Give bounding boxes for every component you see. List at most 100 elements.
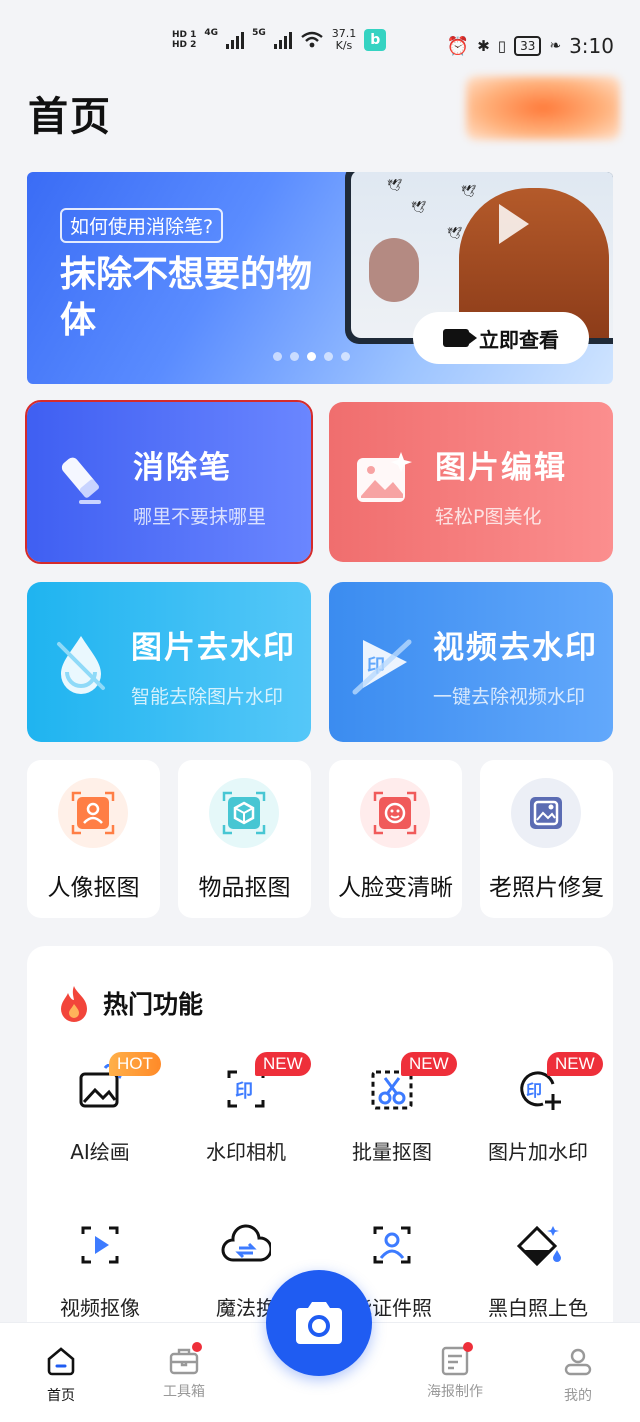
video-watermark-subtitle: 一键去除视频水印 <box>433 686 586 708</box>
video-cutout-icon <box>81 1226 119 1264</box>
net-speed: 37.1 K/s <box>332 28 357 52</box>
image-edit-tile[interactable]: 图片编辑 轻松P图美化 <box>329 402 613 562</box>
face-enhance-icon <box>360 778 430 848</box>
clock: 3:10 <box>569 34 614 58</box>
old-photo-restore-icon <box>511 778 581 848</box>
object-cutout-icon <box>209 778 279 848</box>
bird-icon: 🕊 <box>447 226 463 240</box>
quick-tools-row: 人像抠图 物品抠图 人脸变清晰 老照片修复 <box>27 760 613 918</box>
hd-indicator: HD 1 HD 2 <box>172 30 196 50</box>
battery-icon: 33 <box>514 36 542 56</box>
page-dot[interactable] <box>324 352 333 361</box>
hot-features-header: 热门功能 <box>57 984 203 1022</box>
camera-button[interactable] <box>266 1270 372 1376</box>
image-edit-title: 图片编辑 <box>435 450 567 486</box>
network-type-2: 5G <box>252 28 266 38</box>
portrait-cutout-icon <box>58 778 128 848</box>
nav-home-label: 首页 <box>47 1388 75 1404</box>
batch-cutout-tool[interactable]: NEW 批量抠图 <box>319 1036 465 1164</box>
old-photo-restore-tool[interactable]: 老照片修复 <box>480 760 613 918</box>
id-photo-icon <box>373 1226 411 1264</box>
face-enhance-tool[interactable]: 人脸变清晰 <box>329 760 462 918</box>
notification-dot <box>463 1342 473 1352</box>
water-drop-icon <box>57 636 105 694</box>
video-stamp-icon: 印 <box>352 639 412 695</box>
notification-dot <box>192 1342 202 1352</box>
nav-poster[interactable]: 海报制作 <box>415 1342 495 1401</box>
cloud-swap-icon <box>221 1224 271 1262</box>
promo-banner[interactable]: 如何使用消除笔? 抹除不想要的物体 🕊 🕊 🕊 🕊 立即查看 <box>27 172 613 384</box>
toolbox-icon-wrap <box>168 1342 202 1377</box>
video-camera-icon <box>443 329 477 347</box>
video-watermark-removal-tile[interactable]: 印 视频去水印 一键去除视频水印 <box>329 582 613 742</box>
camera-icon <box>296 1302 342 1344</box>
user-icon <box>564 1348 592 1376</box>
bird-icon: 🕊 <box>387 178 403 192</box>
hd1-label: HD 1 <box>172 30 197 40</box>
new-badge: NEW <box>401 1052 457 1076</box>
old-photo-restore-label: 老照片修复 <box>489 875 604 901</box>
nav-mine[interactable]: 我的 <box>538 1345 618 1405</box>
watermark-camera-tool[interactable]: 印 NEW 水印相机 <box>173 1036 319 1164</box>
object-cutout-label: 物品抠图 <box>198 875 291 901</box>
image-watermark-removal-tile[interactable]: 图片去水印 智能去除图片水印 <box>27 582 311 742</box>
bluetooth-icon: ✱ <box>477 37 490 55</box>
poster-icon-wrap <box>439 1342 473 1377</box>
nav-home[interactable]: 首页 <box>21 1345 101 1405</box>
erase-blob <box>369 238 419 302</box>
page-dot[interactable] <box>341 352 350 361</box>
page-dot-active[interactable] <box>307 352 316 361</box>
object-cutout-tool[interactable]: 物品抠图 <box>178 760 311 918</box>
status-right: ⏰ ✱ ▯ 33 ❧ 3:10 <box>447 34 614 58</box>
svg-text:印: 印 <box>526 1081 542 1100</box>
video-watermark-title: 视频去水印 <box>433 630 598 666</box>
wifi-icon <box>300 31 323 48</box>
add-watermark-label: 图片加水印 <box>488 1140 588 1164</box>
hot-features-title: 热门功能 <box>103 990 204 1019</box>
image-edit-subtitle: 轻松P图美化 <box>435 506 542 528</box>
colorize-tool[interactable]: 黑白照上色 <box>465 1192 611 1320</box>
bird-icon: 🕊 <box>461 184 477 198</box>
face-enhance-label: 人脸变清晰 <box>338 875 453 901</box>
bird-icon: 🕊 <box>411 200 427 214</box>
batch-cutout-label: 批量抠图 <box>352 1140 432 1164</box>
ai-drawing-tool[interactable]: HOT AI绘画 <box>27 1036 173 1164</box>
watch-now-button[interactable]: 立即查看 <box>413 312 589 364</box>
video-cutout-label: 视频抠像 <box>60 1296 140 1320</box>
alarm-icon: ⏰ <box>446 35 470 57</box>
image-edit-icon <box>357 452 412 502</box>
home-icon <box>47 1347 75 1376</box>
page-dot[interactable] <box>290 352 299 361</box>
eraser-title: 消除笔 <box>133 450 232 486</box>
nav-mine-label: 我的 <box>564 1388 592 1404</box>
nav-toolbox[interactable]: 工具箱 <box>144 1342 224 1401</box>
banner-question: 如何使用消除笔? <box>60 208 224 243</box>
paint-bucket-icon <box>516 1225 561 1267</box>
portrait-cutout-label: 人像抠图 <box>47 875 140 901</box>
nav-toolbox-label: 工具箱 <box>163 1384 205 1400</box>
hd2-label: HD 2 <box>172 40 197 50</box>
watermark-camera-label: 水印相机 <box>206 1140 286 1164</box>
vibrate-icon: ▯ <box>497 37 507 55</box>
app-notification-icon: b <box>364 29 387 51</box>
video-cutout-tool[interactable]: 视频抠像 <box>27 1192 173 1320</box>
watch-now-label: 立即查看 <box>479 327 559 352</box>
eraser-subtitle: 哪里不要抹哪里 <box>133 506 267 528</box>
banner-headline: 抹除不想要的物体 <box>60 254 313 341</box>
page-title: 首页 <box>28 94 112 140</box>
new-badge: NEW <box>547 1052 603 1076</box>
image-watermark-title: 图片去水印 <box>131 630 296 666</box>
ai-drawing-label: AI绘画 <box>70 1140 130 1164</box>
page-dot[interactable] <box>273 352 282 361</box>
banner-pagination <box>273 352 350 361</box>
network-type-1: 4G <box>204 28 219 38</box>
colorize-label: 黑白照上色 <box>488 1296 588 1320</box>
net-speed-unit: K/s <box>335 39 353 52</box>
blurred-account-button[interactable] <box>466 76 620 140</box>
eraser-tile[interactable]: 消除笔 哪里不要抹哪里 <box>25 400 313 564</box>
eraser-icon <box>61 457 101 504</box>
play-icon <box>499 204 529 244</box>
add-watermark-tool[interactable]: 印 NEW 图片加水印 <box>465 1036 611 1164</box>
portrait-cutout-tool[interactable]: 人像抠图 <box>27 760 160 918</box>
signal-icon <box>226 31 245 49</box>
